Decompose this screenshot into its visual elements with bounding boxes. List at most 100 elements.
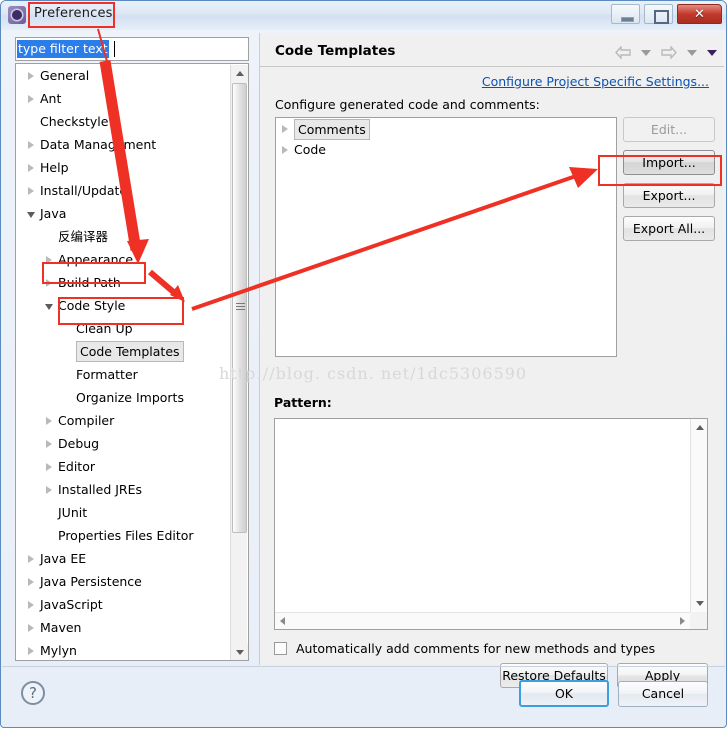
chevron-right-icon[interactable] xyxy=(24,87,38,110)
scroll-down-icon[interactable] xyxy=(231,644,248,660)
sidebar-item-junit[interactable]: JUnit xyxy=(16,501,248,524)
back-history-dropdown-icon[interactable] xyxy=(640,49,651,56)
sidebar-item-mylyn[interactable]: Mylyn xyxy=(16,639,248,660)
tree-row-code[interactable]: Code xyxy=(276,139,616,160)
maximize-restore-button[interactable] xyxy=(643,4,673,24)
auto-comments-checkbox[interactable] xyxy=(274,642,287,655)
sidebar-item-properties-files-editor[interactable]: Properties Files Editor xyxy=(16,524,248,547)
sidebar-item-java-persistence[interactable]: Java Persistence xyxy=(16,570,248,593)
chevron-right-icon[interactable] xyxy=(24,547,38,570)
scroll-down-icon[interactable] xyxy=(691,595,708,612)
sidebar-item-label: 反编译器 xyxy=(58,229,109,244)
view-menu-icon[interactable] xyxy=(707,49,717,56)
ok-button[interactable]: OK xyxy=(519,680,609,707)
chevron-right-icon[interactable] xyxy=(24,570,38,593)
chevron-right-icon[interactable] xyxy=(24,179,38,202)
export-all-button[interactable]: Export All... xyxy=(623,216,715,241)
pattern-horizontal-scrollbar[interactable] xyxy=(275,612,690,629)
chevron-down-icon[interactable] xyxy=(24,202,38,225)
header-divider xyxy=(260,66,724,67)
auto-comments-checkbox-row[interactable]: Automatically add comments for new metho… xyxy=(274,641,655,656)
close-button[interactable]: ✕ xyxy=(677,4,722,24)
tree-scrollbar[interactable] xyxy=(230,65,248,660)
tree-row-comments[interactable]: Comments xyxy=(276,118,616,140)
sidebar-item-appearance[interactable]: Appearance xyxy=(16,248,248,271)
window-controls: ✕ xyxy=(610,4,722,25)
window-title: Preferences xyxy=(34,6,113,21)
sidebar-item-compiler[interactable]: Compiler xyxy=(16,409,248,432)
sidebar-item-code-templates[interactable]: Code Templates xyxy=(16,340,248,363)
preferences-dialog: Preferences ✕ type filter text General An… xyxy=(0,0,727,728)
sidebar-item-code-style[interactable]: Code Style xyxy=(16,294,248,317)
sidebar-item-organize-imports[interactable]: Organize Imports xyxy=(16,386,248,409)
scroll-up-icon[interactable] xyxy=(691,419,708,436)
code-templates-page: Code Templates Configure Project Specifi… xyxy=(259,33,724,688)
cancel-button[interactable]: Cancel xyxy=(618,681,708,707)
chevron-right-icon[interactable] xyxy=(42,409,56,432)
sidebar-item-editor[interactable]: Editor xyxy=(16,455,248,478)
scroll-up-icon[interactable] xyxy=(231,65,248,82)
forward-history-dropdown-icon[interactable] xyxy=(686,49,697,56)
sidebar-item-label: JavaScript xyxy=(40,597,103,612)
sidebar-item-label: Code Templates xyxy=(76,341,184,362)
sidebar-item-label: Properties Files Editor xyxy=(58,528,194,543)
minimize-button[interactable] xyxy=(610,4,640,24)
sidebar-item-install-update[interactable]: Install/Update xyxy=(16,179,248,202)
text-caret xyxy=(114,41,115,57)
configure-project-specific-settings-link[interactable]: Configure Project Specific Settings... xyxy=(482,74,709,89)
sidebar-item-clean-up[interactable]: Clean Up xyxy=(16,317,248,340)
sidebar-item-ant[interactable]: Ant xyxy=(16,87,248,110)
back-arrow-icon[interactable] xyxy=(614,46,631,59)
chevron-right-icon[interactable] xyxy=(42,478,56,501)
sidebar-item-help[interactable]: Help xyxy=(16,156,248,179)
chevron-right-icon[interactable] xyxy=(42,248,56,271)
scrollbar-thumb[interactable] xyxy=(232,83,247,533)
sidebar-item-label: Installed JREs xyxy=(58,482,143,497)
sidebar-item-java[interactable]: Java xyxy=(16,202,248,225)
help-icon[interactable]: ? xyxy=(21,681,45,705)
chevron-right-icon[interactable] xyxy=(24,156,38,179)
sidebar-item-installed-jres[interactable]: Installed JREs xyxy=(16,478,248,501)
sidebar-item-[interactable]: 反编译器 xyxy=(16,225,248,248)
sidebar-item-debug[interactable]: Debug xyxy=(16,432,248,455)
sidebar-item-java-ee[interactable]: Java EE xyxy=(16,547,248,570)
chevron-right-icon[interactable] xyxy=(280,118,292,139)
tree-item-label: Code xyxy=(294,142,327,157)
chevron-right-icon[interactable] xyxy=(24,593,38,616)
eclipse-gear-icon xyxy=(8,6,26,24)
filter-selected-text: type filter text xyxy=(17,40,109,58)
chevron-right-icon[interactable] xyxy=(42,432,56,455)
page-navigation-icons xyxy=(610,42,717,60)
import-button[interactable]: Import... xyxy=(623,150,715,175)
chevron-right-icon[interactable] xyxy=(24,616,38,639)
chevron-right-icon[interactable] xyxy=(24,133,38,156)
sidebar-item-data-management[interactable]: Data Management xyxy=(16,133,248,156)
sidebar-item-label: Clean Up xyxy=(76,321,133,336)
scroll-right-icon[interactable] xyxy=(680,617,685,625)
scrollbar-corner xyxy=(690,612,707,629)
chevron-right-icon[interactable] xyxy=(24,639,38,660)
sidebar-item-formatter[interactable]: Formatter xyxy=(16,363,248,386)
templates-tree[interactable]: Comments Code xyxy=(275,117,617,357)
pattern-textarea[interactable] xyxy=(274,418,708,630)
chevron-right-icon[interactable] xyxy=(280,139,292,160)
sidebar-item-maven[interactable]: Maven xyxy=(16,616,248,639)
sidebar-item-general[interactable]: General xyxy=(16,64,248,87)
sidebar-item-label: Java Persistence xyxy=(40,574,142,589)
preferences-tree[interactable]: General Ant Checkstyle Data Management Help I… xyxy=(15,63,249,661)
chevron-down-icon[interactable] xyxy=(42,294,56,317)
sidebar-item-build-path[interactable]: Build Path xyxy=(16,271,248,294)
edit-button[interactable]: Edit... xyxy=(623,117,715,142)
chevron-right-icon[interactable] xyxy=(24,64,38,87)
scroll-left-icon[interactable] xyxy=(280,617,285,625)
export-button[interactable]: Export... xyxy=(623,183,715,208)
chevron-right-icon[interactable] xyxy=(42,455,56,478)
watermark-text: http://blog. csdn. net/1dc5306590 xyxy=(219,364,528,383)
sidebar-item-label: Help xyxy=(40,160,69,175)
forward-arrow-icon[interactable] xyxy=(661,46,677,59)
chevron-right-icon[interactable] xyxy=(42,271,56,294)
pattern-vertical-scrollbar[interactable] xyxy=(690,419,707,612)
sidebar-item-checkstyle[interactable]: Checkstyle xyxy=(16,110,248,133)
title-bar: Preferences ✕ xyxy=(1,1,726,30)
sidebar-item-javascript[interactable]: JavaScript xyxy=(16,593,248,616)
